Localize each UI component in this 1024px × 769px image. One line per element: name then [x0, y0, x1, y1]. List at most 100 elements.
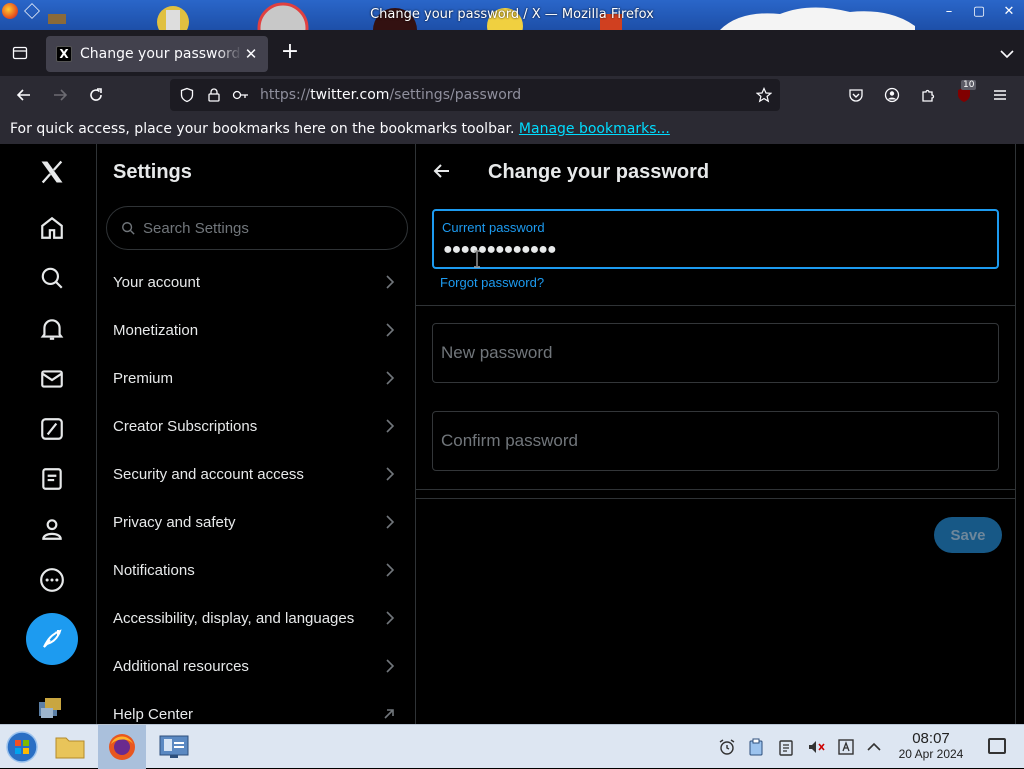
current-password-field[interactable]: Current password ●●●●●●●●●●●●● [432, 209, 999, 269]
save-button[interactable]: Save [934, 517, 1002, 553]
minimize-button[interactable]: – [934, 0, 964, 22]
new-tab-button[interactable]: + [278, 41, 302, 65]
pocket-icon[interactable] [844, 83, 868, 107]
monitor-settings-icon [159, 735, 189, 758]
settings-item-your-account[interactable]: Your account [97, 258, 415, 306]
settings-item-premium[interactable]: Premium [97, 354, 415, 402]
bookmarks-toolbar: For quick access, place your bookmarks h… [0, 114, 1024, 144]
settings-item-label: Security and account access [113, 465, 304, 483]
settings-item-notifications[interactable]: Notifications [97, 546, 415, 594]
window-title: Change your password / X — Mozilla Firef… [370, 7, 654, 22]
maximize-button[interactable]: ▢ [964, 0, 994, 22]
chevron-right-icon [385, 563, 395, 577]
settings-item-additional-resources[interactable]: Additional resources [97, 642, 415, 690]
reload-button[interactable] [84, 83, 108, 107]
lock-icon[interactable] [205, 86, 223, 104]
close-tab-button[interactable]: ✕ [242, 45, 260, 63]
settings-heading: Settings [113, 161, 192, 183]
settings-item-privacy[interactable]: Privacy and safety [97, 498, 415, 546]
extensions-puzzle-icon[interactable] [916, 83, 940, 107]
notifications-bell-icon[interactable] [36, 313, 68, 345]
list-all-tabs-icon[interactable] [1000, 44, 1014, 63]
url-prefix: https:// [260, 87, 311, 103]
alarm-clock-icon[interactable] [718, 738, 736, 756]
manage-bookmarks-link[interactable]: Manage bookmarks... [519, 121, 670, 137]
file-manager-taskbar-item[interactable] [48, 725, 92, 769]
start-menu-button[interactable] [0, 725, 44, 769]
settings-item-label: Your account [113, 273, 201, 291]
url-host: twitter.com [310, 87, 390, 103]
permissions-key-icon[interactable] [232, 86, 250, 104]
chevron-right-icon [385, 515, 395, 529]
text-cursor-icon [472, 250, 482, 268]
bookmark-star-icon[interactable] [755, 86, 773, 104]
settings-item-label: Accessibility, display, and languages [113, 609, 355, 627]
change-password-panel: Change your password Current password ●●… [416, 144, 1016, 724]
window-titlebar: Change your password / X — Mozilla Firef… [0, 0, 1024, 30]
settings-item-label: Additional resources [113, 657, 249, 675]
input-method-icon[interactable] [837, 738, 855, 756]
tracking-protection-shield-icon[interactable] [178, 86, 196, 104]
search-settings-input[interactable] [143, 219, 383, 237]
chevron-right-icon [385, 659, 395, 673]
settings-item-help-center[interactable]: Help Center [97, 690, 415, 724]
lists-icon[interactable] [36, 463, 68, 495]
url-bar[interactable]: https://twitter.com/settings/password [170, 79, 780, 111]
firefox-taskbar-item[interactable] [98, 725, 146, 769]
tab-change-password[interactable]: X Change your password / X ✕ [46, 36, 268, 72]
url-text[interactable]: https://twitter.com/settings/password [260, 87, 521, 103]
forgot-password-link[interactable]: Forgot password? [440, 275, 544, 290]
chevron-right-icon [385, 323, 395, 337]
settings-search[interactable] [106, 206, 408, 250]
show-hidden-icons-chevron-icon[interactable] [865, 738, 883, 756]
clipboard-icon[interactable] [777, 738, 795, 756]
explore-search-icon[interactable] [36, 262, 68, 294]
volume-muted-icon[interactable] [807, 738, 825, 756]
chevron-right-icon [385, 275, 395, 289]
settings-item-accessibility[interactable]: Accessibility, display, and languages [97, 594, 415, 642]
back-arrow-icon[interactable] [432, 161, 452, 181]
close-window-button[interactable]: ✕ [994, 0, 1024, 22]
divider [416, 498, 1016, 499]
firefox-view-icon[interactable] [8, 41, 32, 65]
home-icon[interactable] [36, 212, 68, 244]
navigation-toolbar: https://twitter.com/settings/password 10 [0, 76, 1024, 114]
current-password-value[interactable]: ●●●●●●●●●●●●● [443, 241, 557, 259]
url-path: /settings/password [389, 87, 522, 103]
settings-menu: Your account Monetization Premium Creato… [97, 258, 415, 724]
extension-badge: 10 [961, 80, 977, 90]
account-icon[interactable] [880, 83, 904, 107]
settings-item-label: Help Center [113, 705, 194, 723]
twitter-page: Settings Your account Monetization Premi… [0, 144, 1024, 724]
chevron-right-icon [385, 371, 395, 385]
settings-item-creator-subscriptions[interactable]: Creator Subscriptions [97, 402, 415, 450]
settings-item-monetization[interactable]: Monetization [97, 306, 415, 354]
grok-icon[interactable] [36, 413, 68, 445]
ublock-extension-icon[interactable]: 10 [952, 80, 977, 107]
settings-column: Settings Your account Monetization Premi… [96, 144, 416, 724]
back-button[interactable] [12, 83, 36, 107]
compose-post-button[interactable] [26, 613, 78, 665]
confirm-password-field[interactable]: Confirm password [432, 411, 999, 471]
system-settings-taskbar-item[interactable] [152, 725, 196, 769]
taskbar-clock[interactable]: 08:07 20 Apr 2024 [888, 731, 974, 762]
chevron-right-icon [385, 611, 395, 625]
settings-item-security[interactable]: Security and account access [97, 450, 415, 498]
messages-envelope-icon[interactable] [36, 363, 68, 395]
clipboard-tool-icon[interactable] [747, 738, 765, 756]
clock-date: 20 Apr 2024 [898, 747, 964, 761]
bookmarks-hint: For quick access, place your bookmarks h… [10, 121, 515, 137]
show-desktop-button[interactable] [988, 738, 1006, 754]
profile-person-icon[interactable] [36, 513, 68, 545]
x-logo-icon[interactable] [36, 156, 68, 188]
new-password-field[interactable]: New password [432, 323, 999, 383]
account-avatar[interactable] [37, 696, 65, 724]
forward-button[interactable] [48, 83, 72, 107]
app-menu-hamburger-icon[interactable] [988, 83, 1012, 107]
settings-item-label: Monetization [113, 321, 199, 339]
search-icon [121, 221, 137, 235]
more-options-icon[interactable] [36, 564, 68, 596]
taskbar: 08:07 20 Apr 2024 [0, 724, 1024, 769]
folder-icon [55, 737, 85, 759]
tab-title: Change your password / X [80, 46, 242, 62]
